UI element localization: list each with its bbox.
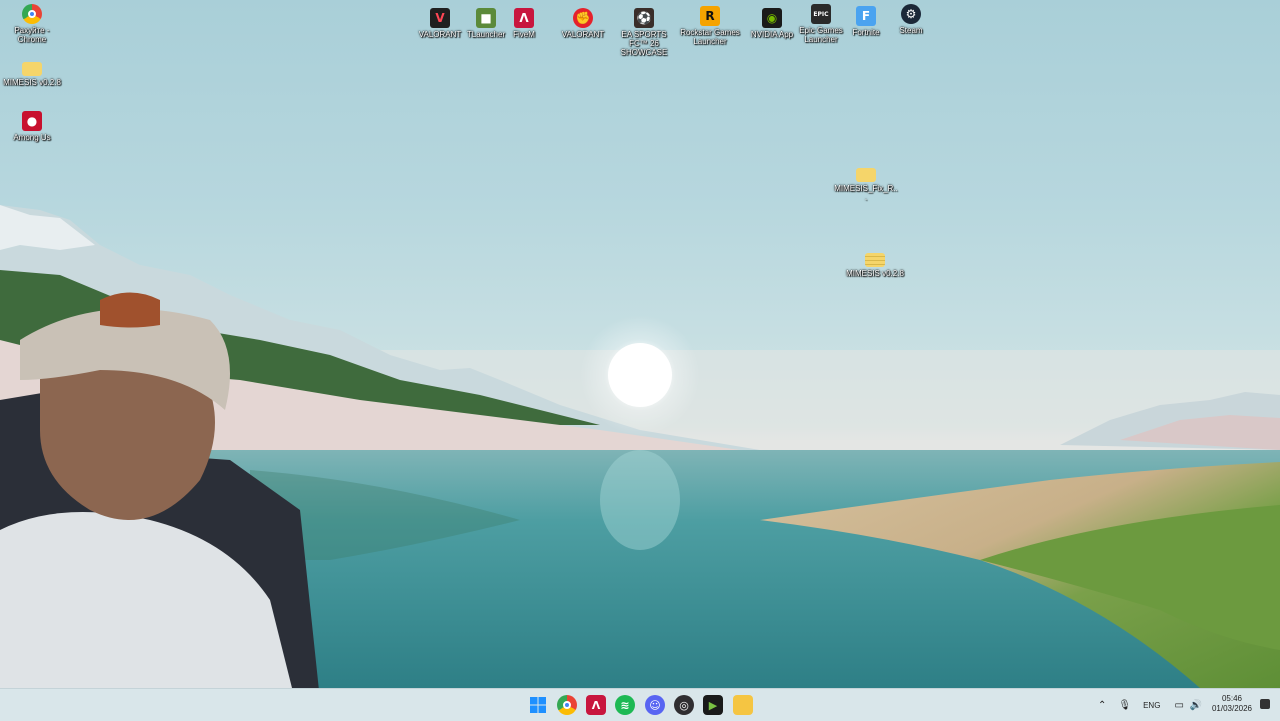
file-explorer-icon[interactable] <box>733 695 753 715</box>
desktop-icon-label: FiveM <box>513 30 535 39</box>
desktop-icon-mimesis-zip[interactable]: MIMESIS v0.2.8 <box>843 249 907 278</box>
desktop-icon-label: VALORANT <box>561 30 605 39</box>
steam-icon: ⚙ <box>901 4 921 24</box>
riot-client-icon: ✊ <box>573 8 593 28</box>
chevron-up-icon[interactable]: ⌃ <box>1098 700 1106 711</box>
microphone-icon[interactable]: 🎙 <box>1118 700 1131 711</box>
clock[interactable]: 05:46 01/03/2026 <box>1212 694 1252 714</box>
among-us-icon: ● <box>22 111 42 131</box>
desktop-icon-mimesis-folder[interactable]: MIMESIS v0.2.8 <box>0 58 64 87</box>
desktop-icon-mimesis-fix[interactable]: MIMESIS_Fix_R... <box>834 164 898 202</box>
desktop-icon-rockstar[interactable]: R Rockstar Games Launcher <box>678 6 742 46</box>
folder-icon <box>22 62 42 76</box>
notification-icon[interactable] <box>1260 699 1270 709</box>
desktop-icon-label: Рахуйте - Chrome <box>14 26 50 44</box>
rockstar-icon: R <box>700 6 720 26</box>
desktop-icon-label: MIMESIS v0.2.8 <box>3 78 61 87</box>
desktop[interactable]: Рахуйте - Chrome MIMESIS v0.2.8 ● Among … <box>0 0 1280 688</box>
folder-zip-icon <box>865 253 885 267</box>
discord-icon[interactable]: ☺ <box>645 695 665 715</box>
desktop-icon-ea-fc[interactable]: ⚽ EA SPORTS FC™ 26 SHOWCASE <box>612 8 676 57</box>
desktop-icon-label: Rockstar Games Launcher <box>680 28 740 46</box>
valorant-icon: V <box>430 8 450 28</box>
desktop-icon-among-us[interactable]: ● Among Us <box>0 111 64 142</box>
desktop-icon-label: Among Us <box>13 133 51 142</box>
language-indicator[interactable]: ENG <box>1143 701 1160 710</box>
fortnite-icon: F <box>856 6 876 26</box>
desktop-icon-label: MIMESIS_Fix_R... <box>834 184 898 202</box>
taskbar: Λ ≋ ☺ ◎ ▶ ⌃ 🎙 ENG ▭ 🔊 05:46 01/03/2026 <box>0 688 1280 721</box>
clock-time: 05:46 <box>1221 694 1242 703</box>
spotify-icon[interactable]: ≋ <box>615 695 635 715</box>
system-tray: ⌃ 🎙 ENG ▭ 🔊 <box>1098 689 1202 721</box>
desktop-icon-label: Steam <box>899 26 923 35</box>
desktop-icon-fivem[interactable]: Λ FiveM <box>492 8 556 39</box>
folder-icon <box>856 168 876 182</box>
desktop-icon-chrome[interactable]: Рахуйте - Chrome <box>0 4 64 44</box>
epic-games-icon: EPIC <box>811 4 831 24</box>
start-icon[interactable] <box>528 695 548 715</box>
desktop-icon-label: EA SPORTS FC™ 26 SHOWCASE <box>620 30 668 57</box>
chrome-icon <box>22 4 42 24</box>
clock-date: 01/03/2026 <box>1211 704 1252 713</box>
fivem-icon[interactable]: Λ <box>586 695 606 715</box>
desktop-icon-steam[interactable]: ⚙ Steam <box>879 4 943 35</box>
xbox-icon[interactable]: ▶ <box>703 695 723 715</box>
volume-icon[interactable]: 🔊 <box>1190 700 1202 711</box>
webcam-overlay <box>0 292 319 688</box>
desktop-icon-label: MIMESIS v0.2.8 <box>846 269 904 278</box>
fivem-icon: Λ <box>514 8 534 28</box>
nvidia-icon: ◉ <box>762 8 782 28</box>
obs-icon[interactable]: ◎ <box>674 695 694 715</box>
network-icon[interactable]: ▭ <box>1174 700 1183 711</box>
chrome-icon[interactable] <box>557 695 577 715</box>
desktop-icon-riot-valorant[interactable]: ✊ VALORANT <box>551 8 615 39</box>
ea-fc-icon: ⚽ <box>634 8 654 28</box>
